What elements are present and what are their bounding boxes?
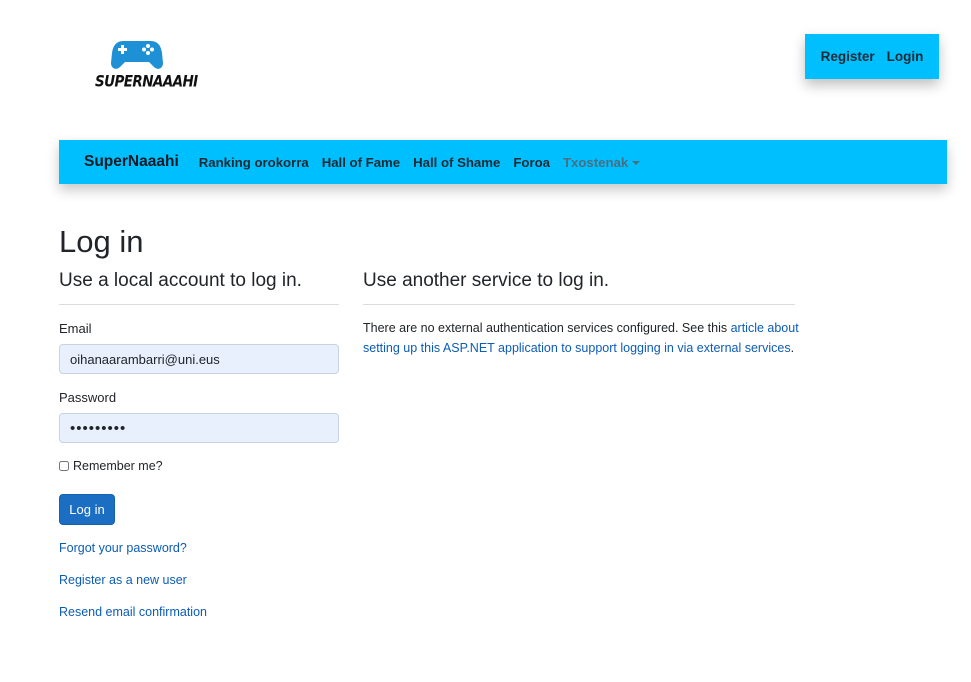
nav-item-foroa[interactable]: Foroa (513, 155, 550, 170)
register-link[interactable]: Register (821, 49, 875, 64)
site-logo[interactable]: SUPERNAAAHI (93, 33, 198, 95)
password-field[interactable] (59, 413, 339, 443)
remember-me-label: Remember me? (73, 459, 163, 473)
external-service-heading: Use another service to log in. (363, 270, 610, 291)
auth-box: Register Login (805, 34, 939, 79)
email-label: Email (59, 321, 92, 336)
nav-item-hall-of-shame[interactable]: Hall of Shame (413, 155, 500, 170)
navbar-brand[interactable]: SuperNaaahi (84, 153, 179, 171)
external-auth-suffix: . (790, 340, 795, 355)
main-navbar: SuperNaaahi Ranking orokorra Hall of Fam… (59, 140, 947, 184)
divider (59, 304, 339, 305)
nav-item-ranking[interactable]: Ranking orokorra (199, 155, 309, 170)
forgot-password-link[interactable]: Forgot your password? (59, 541, 187, 555)
logo-text: SUPERNAAAHI (95, 72, 198, 92)
external-auth-message: There are no external authentication ser… (363, 319, 803, 358)
divider (363, 304, 795, 305)
login-link[interactable]: Login (887, 49, 924, 64)
password-label: Password (59, 390, 117, 405)
resend-confirmation-link[interactable]: Resend email confirmation (59, 605, 207, 619)
external-auth-text: There are no external authentication ser… (363, 321, 731, 335)
nav-dropdown-txostenak[interactable]: Txostenak (562, 154, 641, 170)
nav-dropdown-label: Txostenak (562, 154, 629, 170)
email-field[interactable] (59, 344, 339, 374)
nav-item-hall-of-fame[interactable]: Hall of Fame (322, 155, 400, 170)
register-new-user-link[interactable]: Register as a new user (59, 573, 187, 587)
login-submit-button[interactable]: Log in (59, 494, 115, 525)
remember-me-checkbox[interactable] (59, 461, 69, 471)
caret-down-icon (632, 160, 641, 165)
page-title: Log in (59, 224, 144, 259)
remember-me: Remember me? (59, 459, 163, 473)
gamepad-icon (111, 41, 163, 69)
local-account-heading: Use a local account to log in. (59, 270, 302, 291)
